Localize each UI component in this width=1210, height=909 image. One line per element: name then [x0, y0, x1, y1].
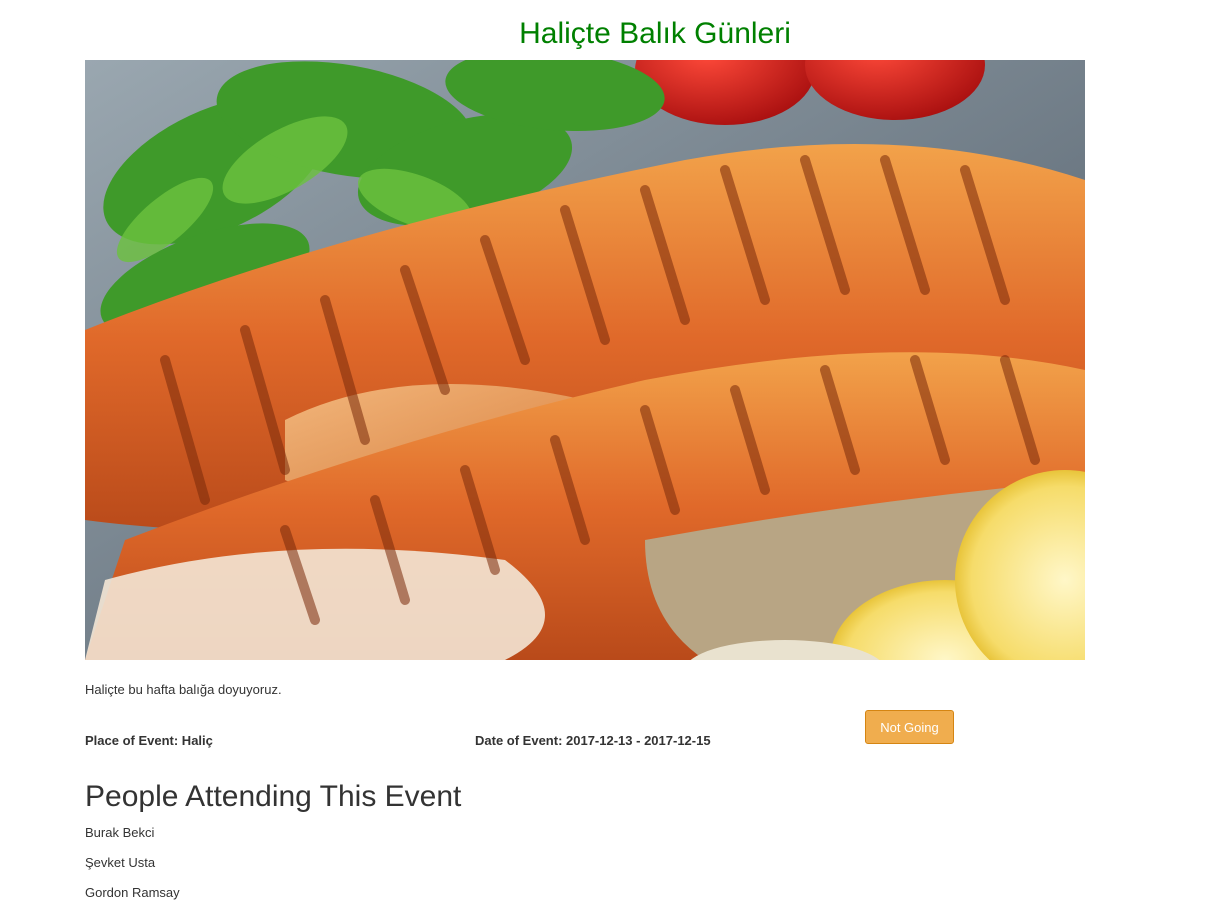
attendee-item: Gordon Ramsay: [85, 885, 180, 900]
event-date: Date of Event: 2017-12-13 - 2017-12-15: [475, 733, 711, 748]
event-place: Place of Event: Haliç: [85, 733, 213, 748]
not-going-button[interactable]: Not Going: [865, 710, 954, 744]
attendee-list: Burak Bekci Şevket Usta Gordon Ramsay: [85, 825, 180, 909]
attendee-item: Şevket Usta: [85, 855, 156, 870]
attendee-item: Burak Bekci: [85, 825, 155, 840]
attendees-heading: People Attending This Event: [85, 780, 462, 813]
event-description: Haliçte bu hafta balığa doyuyoruz.: [85, 682, 282, 697]
event-image: [85, 60, 1085, 660]
event-title: Haliçte Balık Günleri: [519, 17, 791, 50]
event-page: Haliçte Balık Günleri Haliçte bu hafta b…: [0, 0, 1210, 909]
